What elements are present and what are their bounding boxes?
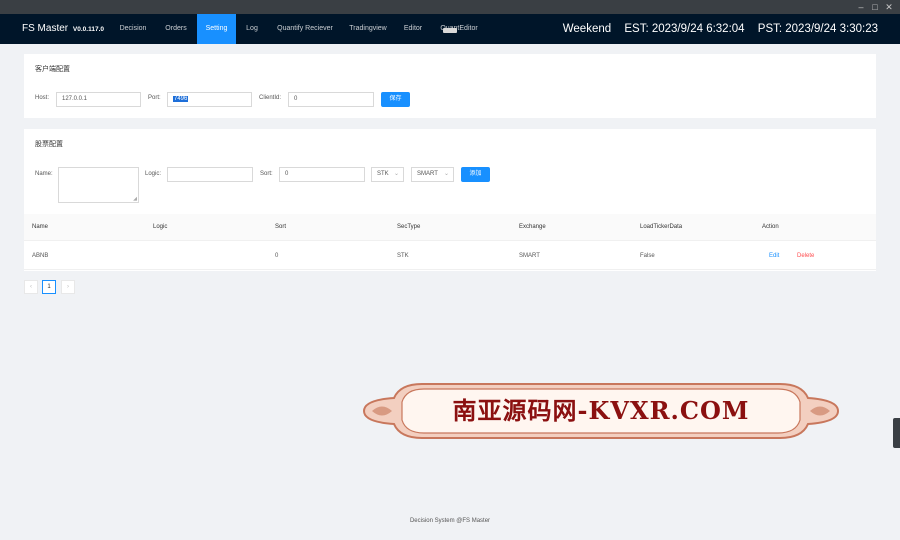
close-icon[interactable]: ✕ — [882, 1, 896, 13]
name-label: Name: — [35, 171, 53, 177]
side-panel-handle[interactable] — [893, 418, 900, 448]
top-navigation-bar: FS Master V0.0.117.0 Decision Orders Set… — [0, 14, 900, 44]
cell-loadtickerdata: False — [640, 253, 655, 259]
delete-link[interactable]: Delete — [797, 242, 814, 270]
port-label: Port: — [148, 95, 161, 101]
app-brand: FS Master V0.0.117.0 — [22, 14, 104, 44]
logic-input[interactable] — [167, 167, 253, 182]
app-version: V0.0.117.0 — [72, 26, 104, 33]
host-label: Host: — [35, 95, 50, 101]
pst-time: PST: 2023/9/24 3:30:23 — [757, 23, 878, 35]
col-logic[interactable]: Logic — [153, 214, 167, 241]
cell-sectype: STK — [397, 253, 409, 259]
cell-sort: 0 — [275, 253, 279, 259]
watermark-logo: 南亚源码网-KVXR.COM — [362, 380, 840, 442]
sectype-select[interactable]: STK ⌄ — [371, 167, 404, 182]
col-action: Action — [762, 224, 779, 230]
col-loadtickerdata[interactable]: LoadTickerData — [640, 214, 682, 241]
nav-setting[interactable]: Setting — [197, 14, 236, 44]
logic-label: Logic: — [145, 171, 162, 177]
name-textarea[interactable]: ◢ — [58, 167, 139, 203]
app-name: FS Master — [22, 23, 69, 34]
client-config-title: 客户端配置 — [35, 66, 70, 73]
col-exchange[interactable]: Exchange — [519, 214, 546, 241]
clientid-input[interactable]: 0 — [288, 92, 374, 107]
sort-label: Sort: — [260, 171, 273, 177]
chevron-down-icon: ⌄ — [443, 171, 449, 177]
watermark-text: 南亚源码网-KVXR.COM — [452, 396, 750, 425]
table-header: Name Logic Sort SecType Exchange LoadTic… — [24, 214, 876, 241]
stock-config-title: 股票配置 — [35, 141, 63, 148]
table-row: ABNB 0 STK SMART False Edit Delete — [24, 242, 876, 270]
sort-input[interactable]: 0 — [279, 167, 365, 182]
footer-text: Decision System @FS Master — [409, 518, 491, 524]
stock-config-card: 股票配置 Name: ◢ Logic: Sort: 0 STK ⌄ SMART … — [24, 129, 876, 271]
cell-exchange: SMART — [519, 253, 540, 259]
client-config-card: 客户端配置 Host: 127.0.0.1 Port: 7496 ClientI… — [24, 54, 876, 118]
next-page-button[interactable]: › — [61, 280, 75, 294]
chevron-down-icon: ⌄ — [393, 171, 399, 177]
col-name[interactable]: Name — [32, 214, 48, 241]
prev-page-button[interactable]: ‹ — [24, 280, 38, 294]
nav-quanteditor[interactable]: QuantEditor — [434, 14, 484, 44]
nav-log[interactable]: Log — [238, 14, 266, 44]
sectype-value: STK — [377, 171, 389, 177]
page-1-button[interactable]: 1 — [42, 280, 56, 294]
col-sort[interactable]: Sort — [275, 214, 286, 241]
est-time: EST: 2023/9/24 6:32:04 — [624, 23, 745, 35]
window-titlebar: – □ ✕ — [0, 0, 900, 14]
nav-quantify-reciever[interactable]: Quantify Reciever — [270, 14, 340, 44]
nav-orders[interactable]: Orders — [157, 14, 195, 44]
exchange-value: SMART — [417, 171, 438, 177]
col-sectype[interactable]: SecType — [397, 214, 420, 241]
nav-decision[interactable]: Decision — [112, 14, 154, 44]
nav-tradingview[interactable]: Tradingview — [342, 14, 394, 44]
cell-name: ABNB — [32, 253, 49, 259]
new-badge — [443, 28, 457, 33]
add-button[interactable]: 添加 — [461, 167, 490, 182]
resize-grip-icon[interactable]: ◢ — [133, 196, 137, 202]
day-status: Weekend — [562, 23, 612, 35]
edit-link[interactable]: Edit — [769, 242, 779, 270]
status-clock: Weekend EST: 2023/9/24 6:32:04 PST: 2023… — [553, 14, 878, 44]
exchange-select[interactable]: SMART ⌄ — [411, 167, 454, 182]
clientid-label: ClientId: — [259, 95, 282, 101]
nav-editor[interactable]: Editor — [397, 14, 429, 44]
maximize-icon[interactable]: □ — [868, 1, 882, 13]
port-input[interactable]: 7496 — [167, 92, 252, 107]
save-button[interactable]: 保存 — [381, 92, 410, 107]
port-value: 7496 — [173, 96, 189, 102]
minimize-icon[interactable]: – — [854, 1, 868, 13]
host-input[interactable]: 127.0.0.1 — [56, 92, 141, 107]
